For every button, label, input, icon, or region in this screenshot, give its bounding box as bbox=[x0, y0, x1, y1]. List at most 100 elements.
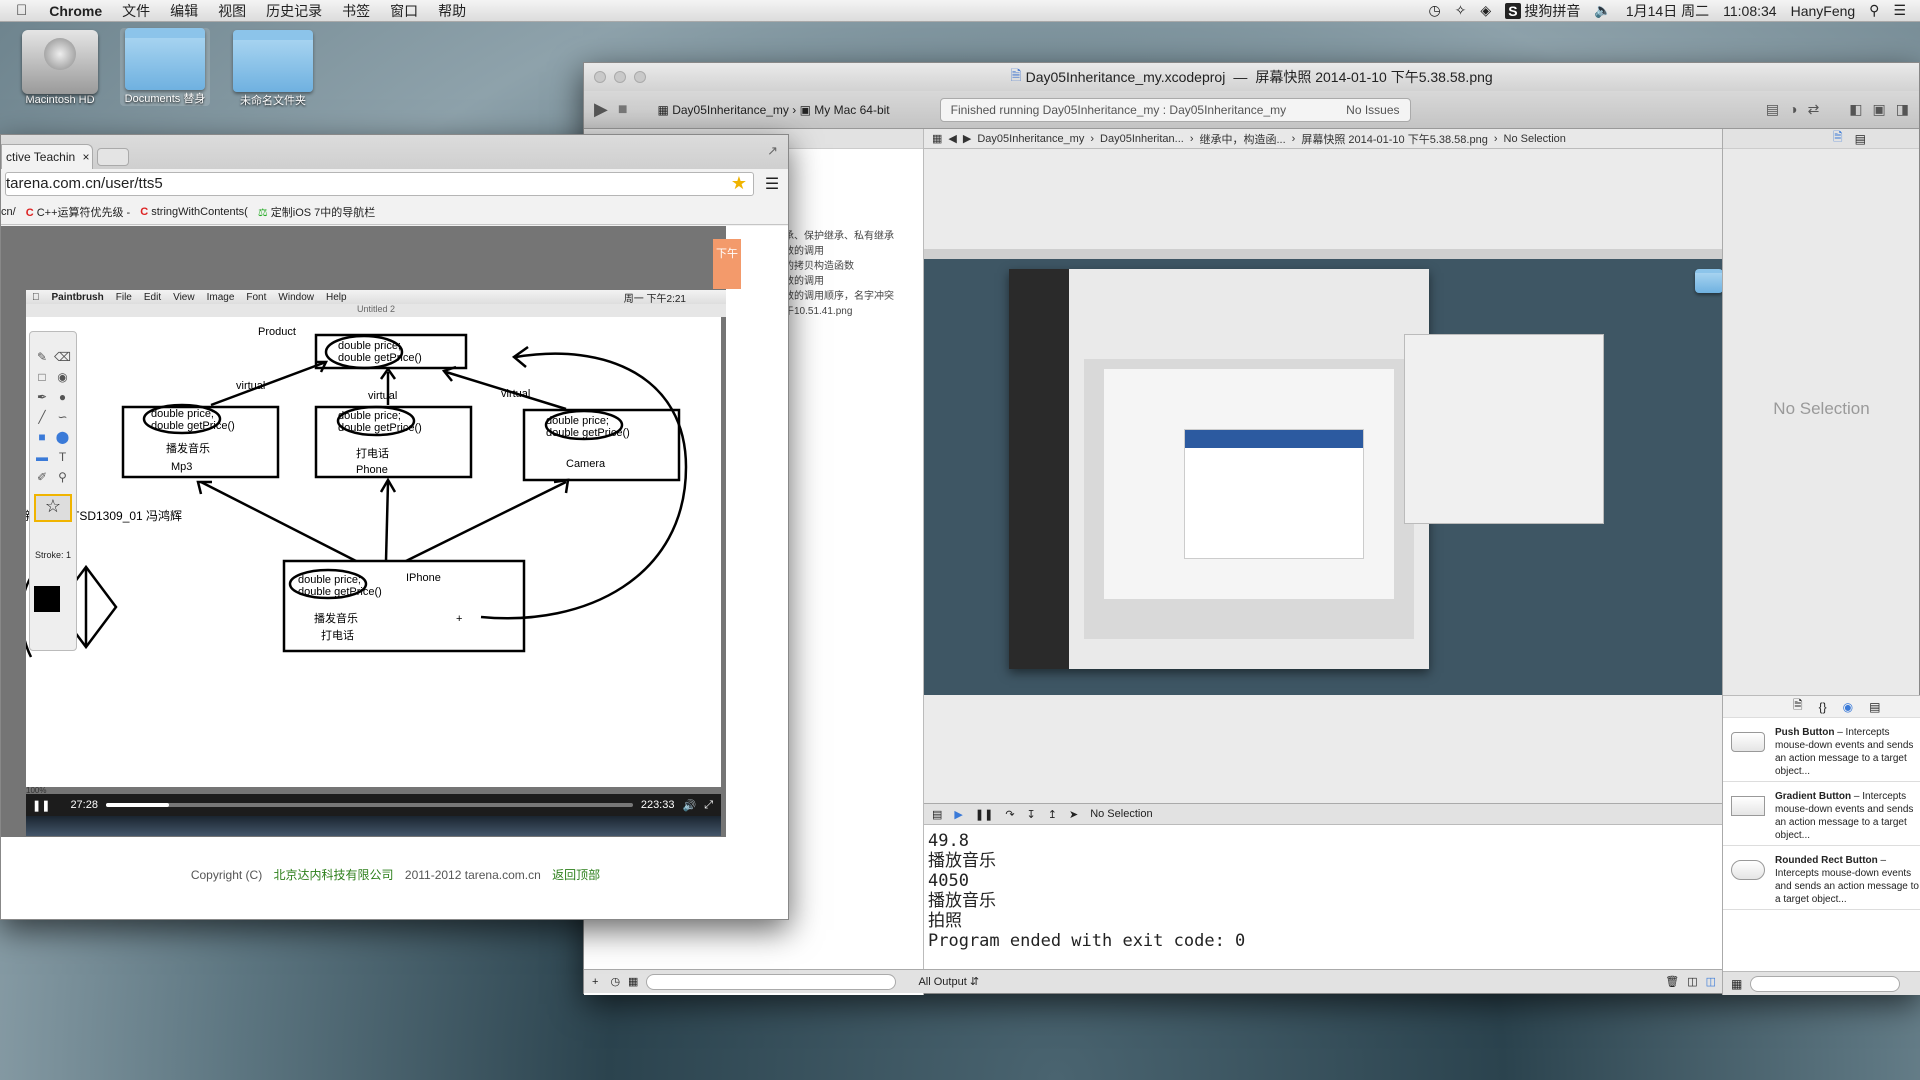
fullscreen-icon[interactable]: ↗ bbox=[767, 143, 778, 159]
code-snippet-icon[interactable]: {} bbox=[1819, 700, 1827, 714]
jump-bar-item[interactable]: No Selection bbox=[1504, 133, 1566, 145]
footer-company-link[interactable]: 北京达内科技有限公司 bbox=[274, 868, 394, 882]
console-only-icon[interactable]: ◫ bbox=[1706, 975, 1716, 988]
hide-debug-icon[interactable]: ▤ bbox=[932, 808, 942, 821]
rounded-rect-tool-icon[interactable]: ▬ bbox=[36, 450, 48, 464]
desktop-icon-macintosh-hd[interactable]: Macintosh HD bbox=[15, 30, 105, 106]
menu-user[interactable]: HanyFeng bbox=[1791, 3, 1856, 19]
bookmark-item[interactable]: ⚖ 定制iOS 7中的导航栏 bbox=[258, 204, 375, 220]
console-output[interactable]: 49.8 播放音乐 4050 播放音乐 拍照 Program ended with exi… bbox=[924, 825, 1722, 971]
ellipse-tool-icon[interactable]: ⬤ bbox=[54, 430, 71, 444]
menu-window[interactable]: 窗口 bbox=[380, 1, 428, 21]
filter-icon[interactable]: ▦ bbox=[628, 975, 638, 988]
new-tab-button[interactable] bbox=[97, 148, 129, 166]
bookmark-star-icon[interactable]: ★ bbox=[731, 173, 747, 194]
assistant-editor-icon[interactable]: ◑ bbox=[1789, 101, 1797, 118]
jump-bar-item[interactable]: 继承中，构造函... bbox=[1199, 131, 1285, 147]
pencil-tool-icon[interactable]: ✎ bbox=[36, 350, 48, 364]
spotlight-icon[interactable]: ⚲ bbox=[1869, 2, 1879, 19]
file-template-icon[interactable]: 🗎 bbox=[1793, 696, 1803, 717]
fullscreen-icon[interactable]: ⤢ bbox=[704, 799, 713, 812]
utilities-toggle-icon[interactable]: ◨ bbox=[1896, 101, 1909, 118]
version-editor-icon[interactable]: ⇄ bbox=[1808, 101, 1820, 118]
scheme-selector[interactable]: ▦ Day05Inheritance_my › ▣ My Mac 64-bit bbox=[658, 103, 890, 117]
select-tool-icon[interactable]: □ bbox=[36, 370, 48, 384]
video-progress-track[interactable] bbox=[105, 803, 633, 807]
time-machine-icon[interactable]: ◷ bbox=[1428, 2, 1440, 19]
pause-button[interactable]: ❚❚ bbox=[32, 799, 50, 812]
standard-editor-icon[interactable]: ▤ bbox=[1766, 101, 1779, 118]
menu-date[interactable]: 1月14日 周二 bbox=[1626, 1, 1709, 21]
chrome-menu-icon[interactable]: ☰ bbox=[760, 174, 784, 194]
bookmark-item[interactable]: C C++运算符优先级 - bbox=[26, 204, 131, 220]
volume-icon[interactable]: 🔈 bbox=[1594, 2, 1611, 19]
location-icon[interactable]: ➤ bbox=[1069, 808, 1078, 821]
eyedropper-tool-icon[interactable]: ✐ bbox=[36, 470, 48, 484]
brush-tool-icon[interactable]: ✒ bbox=[36, 390, 48, 404]
curve-tool-icon[interactable]: ∽ bbox=[54, 410, 71, 424]
close-button[interactable] bbox=[594, 71, 606, 83]
menu-bookmarks[interactable]: 书签 bbox=[332, 1, 380, 21]
related-items-icon[interactable]: ▦ bbox=[932, 132, 942, 145]
jump-bar-item[interactable]: Day05Inheritance_my bbox=[977, 133, 1084, 145]
menu-edit[interactable]: 编辑 bbox=[160, 1, 208, 21]
recent-files-icon[interactable]: ◷ bbox=[610, 975, 620, 988]
jump-bar-item[interactable]: Day05Inheritan... bbox=[1100, 133, 1184, 145]
desktop-icon-untitled-folder[interactable]: 未命名文件夹 bbox=[228, 30, 318, 108]
output-filter-popup[interactable]: All Output ⇵ bbox=[918, 975, 979, 988]
library-filter-field[interactable] bbox=[1750, 975, 1901, 992]
eraser-tool-icon[interactable]: ⌫ bbox=[54, 350, 71, 364]
spray-tool-icon[interactable]: ● bbox=[54, 390, 71, 404]
desktop-icon-documents[interactable]: Documents 替身 bbox=[120, 28, 210, 106]
line-tool-icon[interactable]: ╱ bbox=[36, 410, 48, 424]
foreground-color-swatch[interactable] bbox=[34, 586, 60, 612]
menu-help[interactable]: 帮助 bbox=[428, 1, 476, 21]
step-over-icon[interactable]: ↷ bbox=[1005, 808, 1014, 821]
browser-tab[interactable]: ctive Teachin × bbox=[1, 144, 93, 169]
video-player[interactable]: 下午  Paintbrush File Edit View Image Fon… bbox=[1, 226, 741, 837]
volume-icon[interactable]: 🔊 bbox=[682, 799, 696, 812]
menu-view[interactable]: 视图 bbox=[208, 1, 256, 21]
tab-close-icon[interactable]: × bbox=[83, 150, 90, 164]
trash-icon[interactable]: 🗑 bbox=[1665, 975, 1679, 988]
breakpoints-toggle-icon[interactable]: ▶ bbox=[954, 808, 962, 821]
grid-view-icon[interactable]: ▦ bbox=[1731, 977, 1742, 991]
menu-app-name[interactable]: Chrome bbox=[39, 3, 112, 19]
text-tool-icon[interactable]: T bbox=[54, 450, 71, 464]
menu-clock[interactable]: 11:08:34 bbox=[1723, 3, 1776, 19]
star-tool-icon[interactable]: ☆ bbox=[34, 494, 72, 522]
menu-file[interactable]: 文件 bbox=[112, 1, 160, 21]
stop-button[interactable]: ■ bbox=[618, 101, 628, 119]
omnibox[interactable]: tarena.com.cn/user/tts5 ★ bbox=[5, 172, 754, 196]
pause-icon[interactable]: ❚❚ bbox=[975, 808, 993, 821]
wifi-icon[interactable]: ◈ bbox=[1480, 2, 1491, 19]
media-library-icon[interactable]: ▤ bbox=[1869, 700, 1880, 714]
jump-bar-item[interactable]: 屏幕快照 2014-01-10 下午5.38.58.png bbox=[1301, 131, 1488, 147]
orange-side-tab[interactable]: 下午 bbox=[713, 239, 741, 289]
library-item-push-button[interactable]: Push Button – Intercepts mouse-down even… bbox=[1723, 718, 1920, 782]
split-view-icon[interactable]: ◫ bbox=[1687, 975, 1697, 988]
navigator-toggle-icon[interactable]: ◧ bbox=[1849, 101, 1862, 118]
minimize-button[interactable] bbox=[614, 71, 626, 83]
debug-area-toggle-icon[interactable]: ▣ bbox=[1873, 101, 1886, 118]
zoom-button[interactable] bbox=[634, 71, 646, 83]
object-library-icon[interactable]: ◉ bbox=[1843, 700, 1853, 714]
rect-tool-icon[interactable]: ■ bbox=[36, 430, 48, 444]
library-item-gradient-button[interactable]: Gradient Button – Intercepts mouse-down … bbox=[1723, 782, 1920, 846]
bluetooth-icon[interactable]: ✧ bbox=[1455, 2, 1467, 19]
navigator-filter-field[interactable] bbox=[646, 973, 897, 990]
step-into-icon[interactable]: ↧ bbox=[1027, 808, 1036, 821]
menu-history[interactable]: 历史记录 bbox=[256, 1, 332, 21]
fill-tool-icon[interactable]: ◉ bbox=[54, 370, 71, 384]
step-out-icon[interactable]: ↥ bbox=[1048, 808, 1057, 821]
back-to-top-link[interactable]: 返回顶部 bbox=[552, 868, 600, 882]
bookmark-item[interactable]: cn/ bbox=[1, 206, 16, 218]
add-icon[interactable]: + bbox=[592, 976, 598, 988]
apple-menu-icon[interactable]:  bbox=[0, 2, 39, 19]
forward-arrow-icon[interactable]: ▶ bbox=[963, 132, 971, 145]
run-button[interactable]: ▶ bbox=[594, 99, 608, 120]
back-arrow-icon[interactable]: ◀ bbox=[948, 132, 956, 145]
library-item-rounded-rect-button[interactable]: Rounded Rect Button – Intercepts mouse-d… bbox=[1723, 846, 1920, 910]
notification-center-icon[interactable]: ☰ bbox=[1893, 2, 1906, 19]
zoom-tool-icon[interactable]: ⚲ bbox=[54, 470, 71, 484]
